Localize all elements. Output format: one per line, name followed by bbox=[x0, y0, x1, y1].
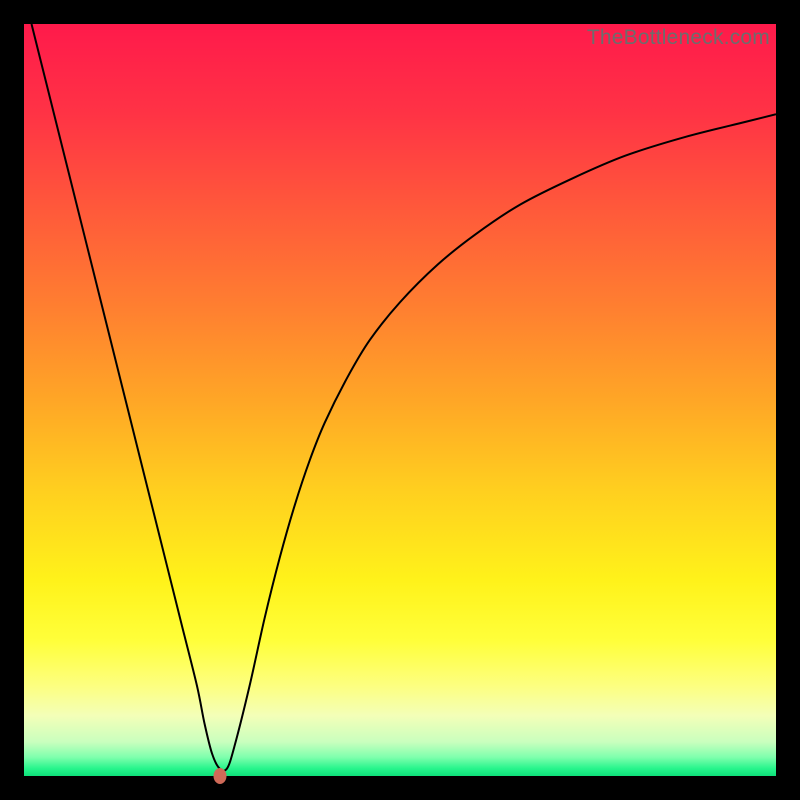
plot-frame: TheBottleneck.com bbox=[24, 24, 776, 776]
watermark-text: TheBottleneck.com bbox=[587, 26, 770, 50]
gradient-background bbox=[24, 24, 776, 776]
optimal-point-marker bbox=[213, 768, 226, 784]
bottleneck-chart bbox=[24, 24, 776, 776]
